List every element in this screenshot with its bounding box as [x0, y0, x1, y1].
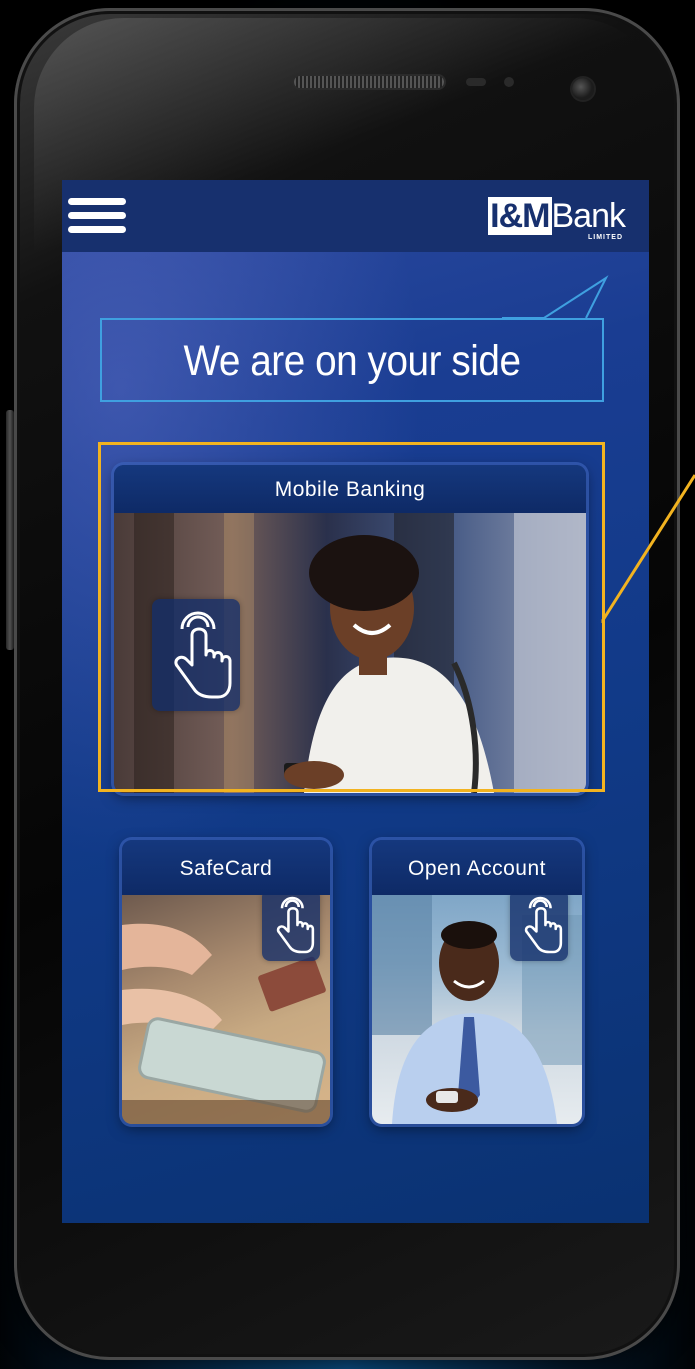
hand-tap-icon [152, 599, 240, 711]
phone-side-button [6, 410, 14, 650]
logo-text-bold: I&M [488, 197, 552, 235]
open-account-card[interactable]: Open Account [372, 840, 582, 1124]
menu-line [68, 212, 126, 219]
mobile-banking-card[interactable]: Mobile Banking [114, 465, 586, 793]
front-camera-icon [572, 78, 594, 100]
app-bar: I&MBank LIMITED [62, 180, 649, 252]
speech-bubble-tail [502, 275, 609, 319]
mobile-banking-photo [114, 513, 586, 793]
menu-line [68, 226, 126, 233]
logo-subtext: LIMITED [588, 234, 623, 241]
tagline-banner: We are on your side [100, 318, 604, 402]
card-title: Mobile Banking [114, 465, 586, 513]
hand-tap-glyph [524, 896, 563, 954]
phone-speaker [294, 76, 444, 88]
hand-tap-glyph [174, 611, 232, 699]
app-screen: I&MBank LIMITED We are on your side Mobi… [62, 180, 649, 1223]
tagline-text: We are on your side [183, 337, 521, 385]
logo-text-light: Bank [551, 197, 626, 235]
card-title: SafeCard [122, 840, 330, 895]
open-account-photo [372, 895, 582, 1124]
phone-sensor-dot [504, 77, 514, 87]
device-mockup-stage: I&MBank LIMITED We are on your side Mobi… [0, 0, 695, 1369]
hamburger-menu-icon[interactable] [68, 196, 126, 236]
menu-line [68, 198, 126, 205]
card-title: Open Account [372, 840, 582, 895]
hand-tap-icon [262, 895, 320, 961]
phone-sensor [466, 78, 486, 86]
hand-tap-icon [510, 895, 568, 961]
safecard-photo [122, 895, 330, 1124]
hand-tap-glyph [276, 896, 315, 954]
bank-logo: I&MBank LIMITED [435, 194, 626, 244]
logo-wordmark: I&MBank [488, 196, 626, 236]
safecard-card[interactable]: SafeCard [122, 840, 330, 1124]
